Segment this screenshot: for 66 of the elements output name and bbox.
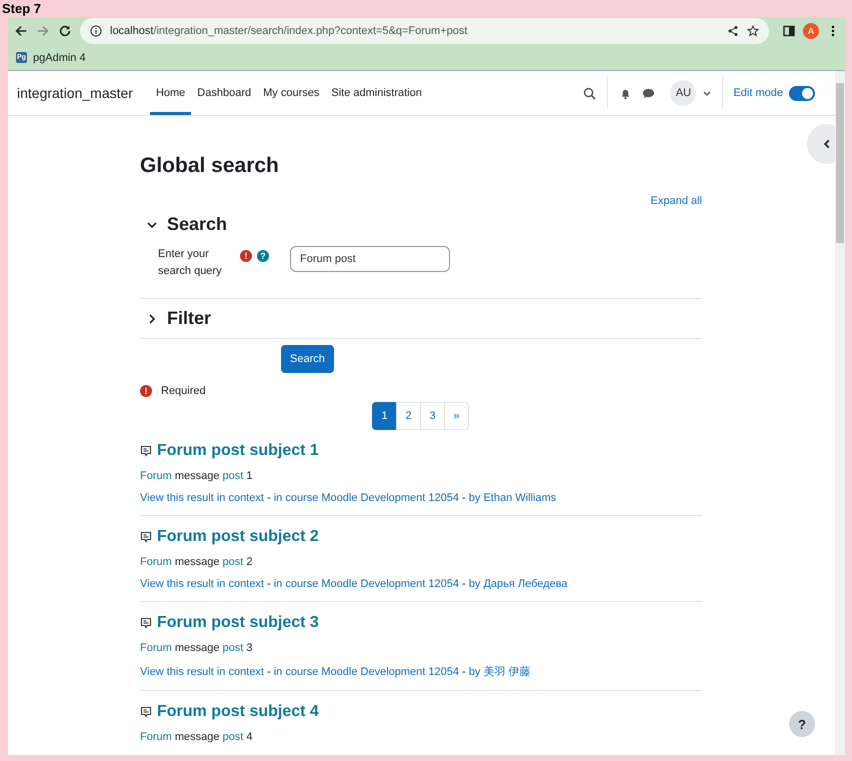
required-icon: ! [140,385,152,397]
separator-text: - [266,666,272,678]
scrollbar[interactable] [835,71,845,755]
expand-all-link[interactable]: Expand all [650,195,702,207]
result-context-link[interactable]: View this result in context [140,492,264,504]
result-context-link[interactable]: by 美羽 伊藤 [468,666,530,678]
result-context-link[interactable]: in course Moodle Development 12054 [274,492,459,504]
sidebar-icon[interactable] [783,25,795,37]
separator-text: - [461,492,467,504]
drawer-toggle-button[interactable] [807,124,835,164]
nav-link[interactable]: Home [150,71,192,115]
result-context-link[interactable]: View this result in context [140,666,264,678]
result-context-link[interactable]: in course Moodle Development 12054 [274,666,459,678]
section-heading[interactable]: Search [167,214,228,235]
chat-icon[interactable] [642,86,656,100]
separator-text: - [461,578,467,590]
separator-text: - [461,666,467,678]
forum-icon [140,617,152,629]
page-link[interactable]: 2 [396,402,421,430]
page-link[interactable]: 1 [372,402,397,430]
edit-mode-toggle[interactable] [789,86,815,100]
forward-icon[interactable] [36,24,50,38]
help-button[interactable]: ? [789,711,815,737]
reload-icon[interactable] [58,24,72,38]
step-caption: Step 7 [1,0,42,16]
result-message: Forum message post 1 [140,470,254,482]
forum-icon [140,706,152,718]
share-icon[interactable] [727,25,739,37]
search-query-field[interactable]: Forum post [290,246,450,272]
search-icon[interactable] [583,86,596,100]
result-title-link[interactable]: Forum post subject 1 [157,442,319,460]
result-title-link[interactable]: Forum post subject 3 [157,614,319,632]
edit-mode-label: Edit mode [733,87,783,99]
nav-link[interactable]: Dashboard [191,71,258,115]
separator-text: - [266,578,272,590]
star-icon[interactable] [747,25,759,37]
nav-link[interactable]: My courses [257,71,326,115]
result-message: Forum message post 4 [140,731,254,743]
required-note: Required [161,385,206,397]
info-icon [90,25,102,37]
result-context-link[interactable]: View this result in context [140,578,264,590]
result-title-link[interactable]: Forum post subject 4 [157,703,319,721]
site-name[interactable]: integration_master [17,85,133,101]
bookmark-link[interactable]: pgAdmin 4 [33,52,86,64]
address-bar[interactable]: localhost/integration_master/search/index.php?context=5&q=Forum+post [80,18,769,44]
separator-text: - [266,492,272,504]
help-icon[interactable]: ? [257,250,269,262]
required-icon: ! [240,250,252,262]
profile-avatar[interactable]: A [803,23,819,39]
result-title-link[interactable]: Forum post subject 2 [157,528,319,546]
page-link[interactable]: » [444,402,469,430]
field-label: Enter your search query [158,247,223,279]
page-title: Global search [140,154,280,179]
user-avatar[interactable]: AU [670,80,696,106]
result-message: Forum message post 3 [140,642,254,654]
forum-icon [140,445,152,457]
result-context-link[interactable]: by Ethan Williams [468,492,556,504]
result-context-link[interactable]: by Дарья Лебедева [468,578,568,590]
result-context-link[interactable]: in course Moodle Development 12054 [274,578,459,590]
section-heading[interactable]: Filter [167,308,212,329]
result-message: Forum message post 2 [140,556,254,568]
back-icon[interactable] [14,24,28,38]
search-button[interactable]: Search [281,345,334,373]
forum-icon [140,531,152,543]
page-link[interactable]: 3 [420,402,445,430]
nav-link[interactable]: Site administration [325,71,428,115]
